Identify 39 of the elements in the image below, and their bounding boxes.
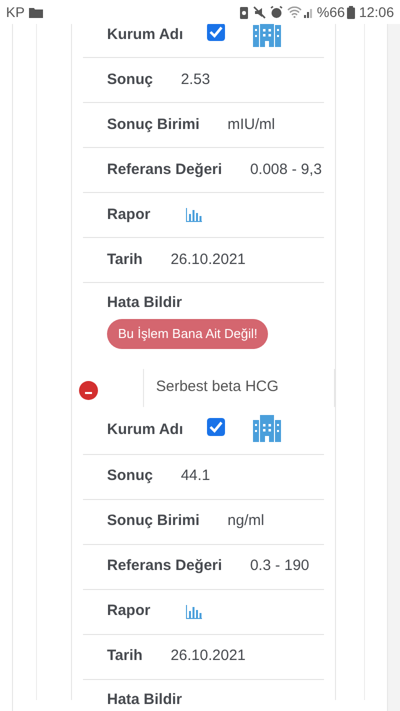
field-value: mIU/ml bbox=[228, 114, 276, 135]
field-label: Tarih bbox=[107, 250, 143, 270]
field-label: Tarih bbox=[107, 646, 143, 666]
battery-percent: %66 bbox=[316, 2, 345, 22]
collapse-icon[interactable] bbox=[79, 381, 98, 400]
report-error-button[interactable]: Bu İşlem Bana Ait Değil! bbox=[107, 318, 268, 348]
field-label: Hata Bildir bbox=[107, 690, 182, 710]
hospital-building-icon bbox=[251, 412, 284, 442]
checkbox[interactable] bbox=[207, 24, 226, 41]
field-label: Sonuç bbox=[107, 466, 153, 486]
field-value: 2.53 bbox=[180, 70, 210, 90]
field-value: 0.008 - 9,3 bbox=[250, 160, 322, 180]
mute-icon bbox=[252, 6, 266, 18]
alarm-icon bbox=[270, 6, 283, 18]
checkbox[interactable] bbox=[207, 418, 226, 436]
field-label: Rapor bbox=[107, 204, 150, 225]
field-label: Hata Bildir bbox=[107, 293, 182, 313]
battery-icon bbox=[346, 6, 355, 18]
bar-chart-icon bbox=[186, 208, 202, 222]
field-label: Referans Değeri bbox=[107, 160, 222, 180]
test-name-cell: Serbest beta HCG bbox=[143, 368, 335, 406]
field-label: Sonuç bbox=[107, 70, 153, 90]
field-value: 26.10.2021 bbox=[170, 250, 246, 270]
signal-icon bbox=[304, 6, 314, 18]
wifi-icon bbox=[286, 6, 302, 18]
field-label: Referans Değeri bbox=[107, 556, 222, 576]
field-label: Sonuç Birimi bbox=[107, 511, 200, 532]
field-label: Kurum Adı bbox=[107, 420, 184, 440]
field-label: Sonuç Birimi bbox=[107, 114, 200, 135]
field-value: 44.1 bbox=[180, 466, 210, 486]
field-value: ng/ml bbox=[228, 511, 264, 532]
field-value: 0.3 - 190 bbox=[250, 556, 310, 576]
bar-chart-icon bbox=[186, 604, 202, 618]
field-value: 26.10.2021 bbox=[170, 646, 246, 666]
folder-icon bbox=[28, 6, 43, 18]
clock-time: 12:06 bbox=[358, 2, 394, 22]
carrier-label: KP bbox=[6, 2, 25, 22]
field-label: Rapor bbox=[107, 601, 150, 622]
field-label: Kurum Adı bbox=[107, 24, 184, 45]
